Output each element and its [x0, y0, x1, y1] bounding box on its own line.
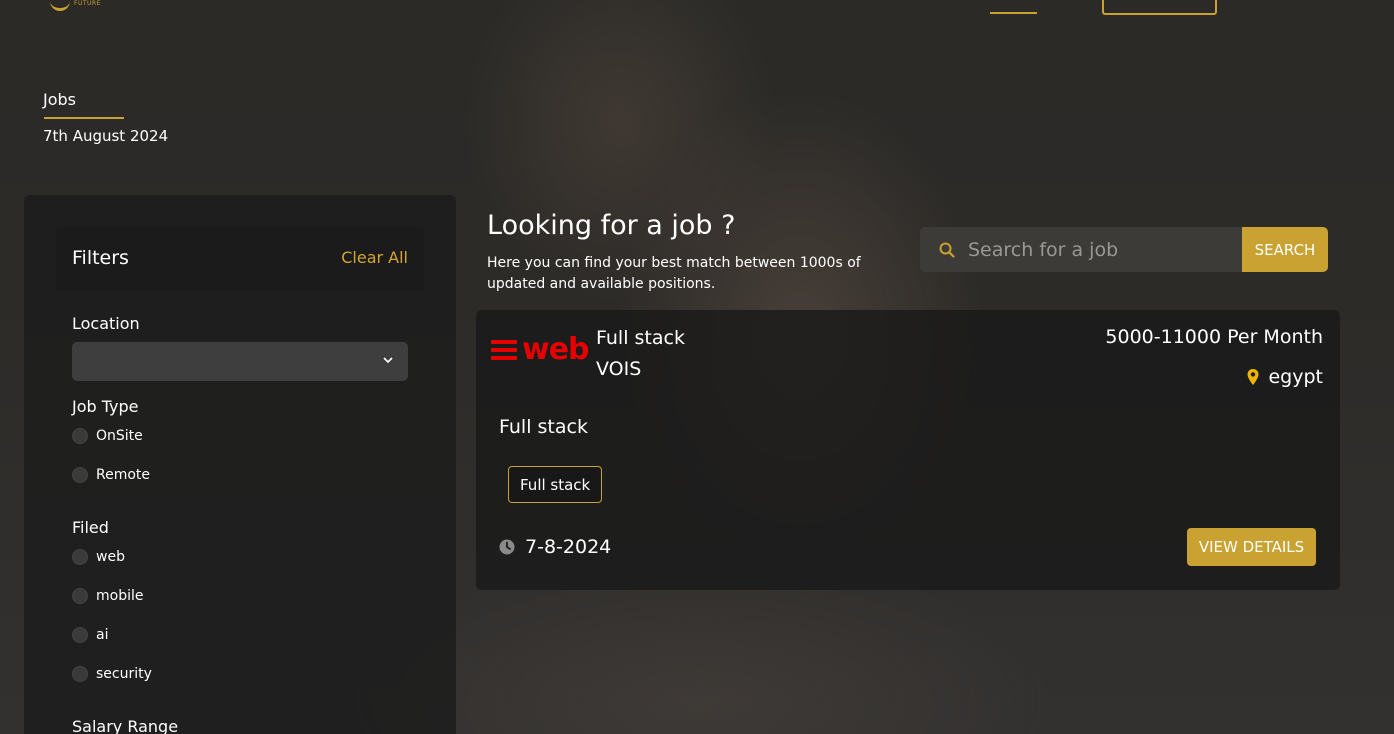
job-card: web Full stack VOIS 5000-11000 Per Month…: [476, 310, 1340, 590]
radio-button[interactable]: [72, 588, 88, 604]
active-nav-underline: [990, 12, 1037, 14]
search-input[interactable]: [966, 237, 1230, 262]
job-location: egypt: [1246, 366, 1323, 388]
radio-label: ai: [96, 627, 109, 643]
radio-mobile[interactable]: mobile: [72, 588, 143, 604]
location-select[interactable]: [72, 342, 408, 381]
search-box: [920, 227, 1242, 272]
menu-bars-icon: [491, 338, 517, 362]
clock-icon: [499, 539, 515, 555]
radio-button[interactable]: [72, 467, 88, 483]
radio-ai[interactable]: ai: [72, 627, 108, 643]
hero-subtitle: Here you can find your best match betwee…: [487, 255, 861, 292]
radio-button[interactable]: [72, 549, 88, 565]
location-pin-icon: [1247, 369, 1259, 385]
radio-label: OnSite: [96, 428, 143, 444]
radio-label: mobile: [96, 588, 144, 604]
search-icon: [939, 242, 955, 258]
search-button[interactable]: SEARCH: [1242, 227, 1328, 272]
job-tag: Full stack: [508, 466, 603, 503]
filters-title: Filters: [72, 247, 129, 269]
page-title: Jobs: [43, 90, 76, 109]
radio-label: web: [96, 549, 125, 565]
radio-label: security: [96, 666, 152, 682]
filters-header: Filters Clear All: [56, 227, 424, 291]
clear-all-button[interactable]: Clear All: [341, 248, 408, 267]
site-logo[interactable]: FUTURE: [50, 0, 106, 12]
radio-button[interactable]: [72, 428, 88, 444]
radio-remote[interactable]: Remote: [72, 467, 150, 483]
job-salary: 5000-11000 Per Month: [1105, 326, 1323, 348]
job-date-text: 7-8-2024: [525, 536, 612, 558]
logo-subtext: FUTURE: [74, 0, 101, 7]
job-date: 7-8-2024: [499, 536, 611, 558]
salary-range-label: Salary Range: [72, 717, 179, 734]
field-label: Filed: [72, 518, 109, 537]
radio-button[interactable]: [72, 627, 88, 643]
view-details-button[interactable]: VIEW DETAILS: [1187, 528, 1316, 566]
location-label: Location: [72, 314, 140, 333]
job-location-text: egypt: [1268, 366, 1323, 388]
company-logo-text: web: [522, 332, 590, 367]
page-title-underline: [44, 117, 124, 119]
job-description: Full stack: [499, 416, 588, 438]
radio-onsite[interactable]: OnSite: [72, 428, 143, 444]
company-logo: web: [491, 332, 590, 367]
radio-security[interactable]: security: [72, 666, 152, 682]
job-title: Full stack: [596, 327, 685, 349]
chevron-down-icon: [383, 357, 393, 364]
nav-outline-button[interactable]: [1102, 0, 1217, 15]
hero-heading: Looking for a job ?: [487, 210, 736, 241]
page-date: 7th August 2024: [43, 127, 169, 145]
radio-web[interactable]: web: [72, 549, 125, 565]
radio-button[interactable]: [72, 666, 88, 682]
company-name: VOIS: [596, 358, 642, 380]
filters-panel: Filters Clear All Location Job Type OnSi…: [24, 195, 456, 734]
radio-label: Remote: [96, 467, 151, 483]
logo-mark: [50, 0, 70, 11]
job-type-label: Job Type: [72, 397, 139, 416]
